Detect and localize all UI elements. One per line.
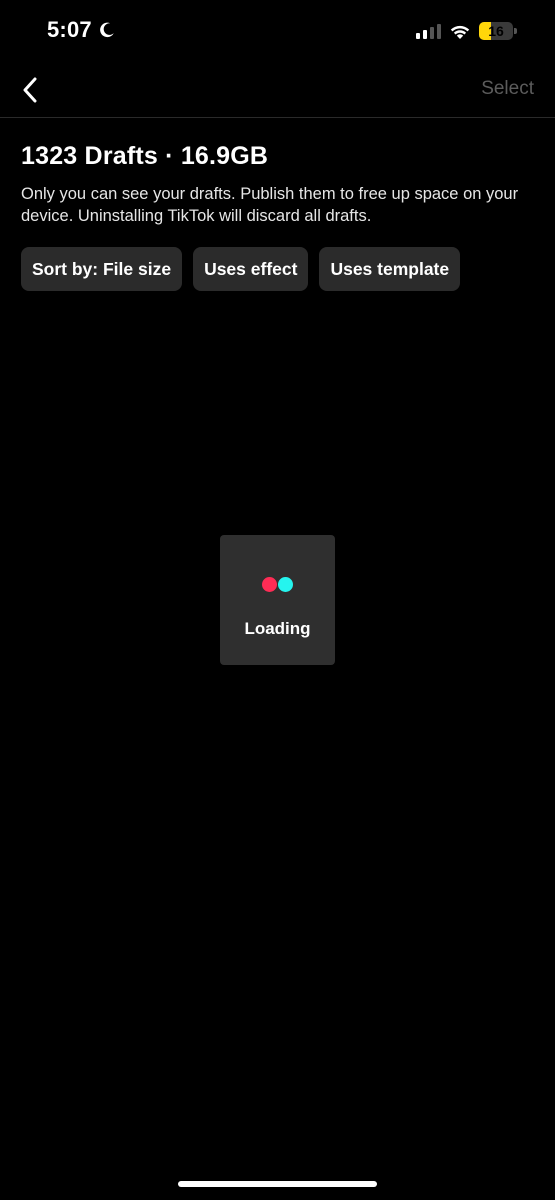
home-indicator[interactable] [178,1181,377,1187]
battery-level: 16 [488,23,504,39]
uses-template-filter[interactable]: Uses template [319,247,461,291]
wifi-icon [450,25,470,39]
loading-label: Loading [244,619,311,638]
select-button[interactable]: Select [481,78,534,100]
status-icons: 16 [416,22,517,40]
page-description: Only you can see your drafts. Publish th… [21,185,519,225]
battery-tip [514,28,517,34]
sort-by-file-size-button[interactable]: Sort by: File size [21,247,183,291]
loading-dots [262,577,293,592]
status-time: 5:07 [47,17,92,42]
loading-indicator: Loading [220,535,335,665]
chevron-left-icon [23,77,37,103]
signal-icon [416,23,441,39]
back-button[interactable] [14,74,46,106]
moon-icon [99,22,114,38]
loading-dot-red [262,577,277,592]
status-bar: 5:07 16 [0,0,555,62]
loading-dot-cyan [278,577,293,592]
uses-effect-filter[interactable]: Uses effect [193,247,309,291]
status-time-group: 5:07 [47,17,116,43]
nav-bar: Select [0,62,555,118]
battery-icon: 16 [479,22,517,40]
filter-row: Sort by: File size Uses effect Uses temp… [21,247,461,291]
drafts-screen: 5:07 16 Select 1323 Drafts · 16.9GB Only… [0,0,555,1200]
page-title: 1323 Drafts · 16.9GB [21,142,269,170]
